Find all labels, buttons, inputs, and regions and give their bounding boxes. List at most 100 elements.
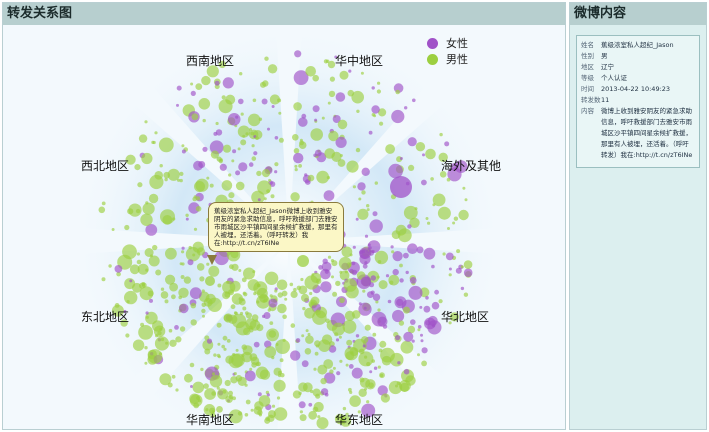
male-user-bubble[interactable] [195, 83, 203, 90]
female-user-bubble[interactable] [238, 162, 248, 172]
female-user-bubble[interactable] [420, 339, 424, 343]
male-user-bubble[interactable] [264, 346, 277, 358]
male-user-bubble[interactable] [447, 227, 450, 230]
female-user-bubble[interactable] [460, 286, 465, 291]
male-user-bubble[interactable] [228, 353, 243, 369]
female-user-bubble[interactable] [373, 366, 378, 370]
female-user-bubble[interactable] [371, 105, 380, 114]
female-user-bubble[interactable] [179, 303, 189, 314]
female-user-bubble[interactable] [176, 85, 182, 91]
female-user-bubble[interactable] [448, 267, 452, 271]
male-user-bubble[interactable] [458, 209, 469, 221]
male-user-bubble[interactable] [257, 287, 268, 299]
female-user-bubble[interactable] [176, 103, 179, 107]
male-user-bubble[interactable] [202, 314, 205, 318]
female-user-bubble[interactable] [145, 311, 149, 315]
male-user-bubble[interactable] [240, 112, 244, 116]
female-user-bubble[interactable] [404, 106, 408, 110]
male-user-bubble[interactable] [279, 358, 284, 363]
female-user-bubble[interactable] [185, 217, 189, 221]
male-user-bubble[interactable] [364, 324, 371, 331]
male-user-bubble[interactable] [259, 369, 271, 380]
male-user-bubble[interactable] [145, 268, 149, 272]
male-user-bubble[interactable] [366, 204, 370, 208]
male-user-bubble[interactable] [298, 141, 307, 149]
male-user-bubble[interactable] [124, 224, 130, 231]
male-user-bubble[interactable] [155, 269, 162, 276]
female-user-bubble[interactable] [412, 98, 416, 103]
male-user-bubble[interactable] [258, 117, 263, 121]
female-user-bubble[interactable] [361, 167, 370, 176]
male-user-bubble[interactable] [237, 147, 241, 151]
male-user-bubble[interactable] [421, 360, 427, 367]
male-user-bubble[interactable] [252, 98, 257, 103]
male-user-bubble[interactable] [395, 89, 401, 95]
female-user-bubble[interactable] [202, 146, 208, 152]
male-user-bubble[interactable] [309, 291, 313, 296]
male-user-bubble[interactable] [124, 290, 138, 305]
male-user-bubble[interactable] [301, 334, 305, 338]
male-user-bubble[interactable] [357, 208, 369, 220]
female-user-bubble[interactable] [396, 298, 404, 306]
legend-item-male[interactable]: 男性 [427, 51, 468, 67]
male-user-bubble[interactable] [218, 99, 233, 114]
male-user-bubble[interactable] [241, 298, 245, 302]
male-user-bubble[interactable] [430, 177, 434, 181]
male-user-bubble[interactable] [209, 375, 223, 388]
male-user-bubble[interactable] [136, 252, 140, 256]
male-user-bubble[interactable] [337, 119, 348, 130]
male-user-bubble[interactable] [305, 329, 309, 333]
male-user-bubble[interactable] [446, 177, 451, 182]
male-user-bubble[interactable] [125, 333, 130, 338]
male-user-bubble[interactable] [195, 206, 202, 212]
male-user-bubble[interactable] [256, 324, 264, 332]
male-user-bubble[interactable] [141, 152, 153, 165]
female-user-bubble[interactable] [369, 219, 383, 233]
male-user-bubble[interactable] [374, 181, 378, 185]
male-user-bubble[interactable] [294, 164, 298, 168]
female-user-bubble[interactable] [370, 275, 376, 281]
male-user-bubble[interactable] [111, 228, 115, 231]
male-user-bubble[interactable] [141, 282, 147, 288]
male-user-bubble[interactable] [389, 280, 394, 285]
male-user-bubble[interactable] [137, 182, 143, 188]
female-user-bubble[interactable] [363, 306, 367, 310]
male-user-bubble[interactable] [271, 404, 276, 408]
male-user-bubble[interactable] [216, 386, 220, 390]
male-user-bubble[interactable] [218, 159, 223, 164]
male-user-bubble[interactable] [181, 262, 185, 266]
male-user-bubble[interactable] [134, 164, 141, 171]
female-user-bubble[interactable] [431, 264, 435, 269]
male-user-bubble[interactable] [361, 190, 366, 195]
male-user-bubble[interactable] [464, 198, 468, 202]
male-user-bubble[interactable] [348, 387, 352, 392]
male-user-bubble[interactable] [158, 137, 174, 153]
male-user-bubble[interactable] [154, 336, 170, 351]
female-user-bubble[interactable] [463, 268, 473, 277]
male-user-bubble[interactable] [147, 290, 154, 297]
male-user-bubble[interactable] [274, 162, 279, 167]
female-user-bubble[interactable] [423, 305, 431, 313]
male-user-bubble[interactable] [233, 311, 238, 315]
female-user-bubble[interactable] [314, 118, 318, 122]
female-user-bubble[interactable] [257, 392, 262, 397]
male-user-bubble[interactable] [184, 373, 193, 383]
male-user-bubble[interactable] [204, 388, 217, 400]
female-user-bubble[interactable] [355, 217, 359, 221]
male-user-bubble[interactable] [284, 297, 288, 301]
male-user-bubble[interactable] [329, 369, 334, 374]
male-user-bubble[interactable] [238, 269, 242, 272]
male-user-bubble[interactable] [318, 339, 331, 353]
male-user-bubble[interactable] [228, 173, 232, 177]
male-user-bubble[interactable] [308, 410, 318, 420]
female-user-bubble[interactable] [371, 86, 375, 90]
male-user-bubble[interactable] [216, 353, 221, 358]
female-user-bubble[interactable] [193, 160, 203, 171]
male-user-bubble[interactable] [160, 291, 169, 299]
female-user-bubble[interactable] [320, 281, 332, 293]
male-user-bubble[interactable] [144, 120, 148, 124]
male-user-bubble[interactable] [305, 66, 317, 77]
female-user-bubble[interactable] [369, 370, 373, 374]
female-user-bubble[interactable] [444, 141, 450, 147]
male-user-bubble[interactable] [460, 265, 464, 269]
